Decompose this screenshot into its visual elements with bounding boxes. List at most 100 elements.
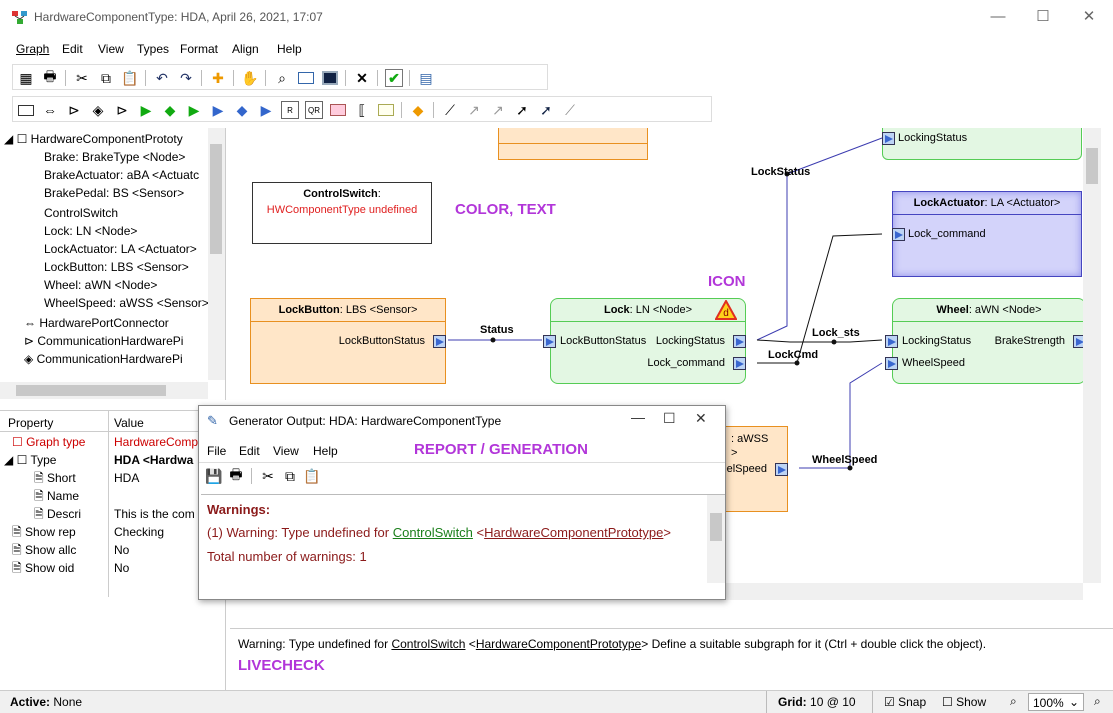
arrow-outline-icon[interactable]: ↗ — [465, 101, 483, 119]
tree-item[interactable]: ◈ CommunicationHardwarePi — [24, 350, 183, 368]
show-checkbox[interactable]: ☐ Show — [942, 695, 986, 709]
node-lock[interactable]: Lock: LN <Node> d LockButtonStatus Locki… — [543, 298, 746, 384]
fit-window-icon[interactable] — [321, 69, 339, 87]
node-top-green[interactable]: LockingStatus — [882, 128, 1082, 160]
redo-icon[interactable]: ↷ — [177, 69, 195, 87]
port-icon[interactable] — [433, 335, 446, 348]
gen-menu-edit[interactable]: Edit — [239, 444, 260, 458]
diamond-icon[interactable]: ◆ — [409, 101, 427, 119]
gen-output-area[interactable]: Warnings: (1) Warning: Type undefined fo… — [201, 494, 725, 599]
blue-port-inout-icon[interactable]: ◆ — [233, 101, 251, 119]
tree-item[interactable]: LockActuator: LA <Actuator> — [44, 240, 197, 258]
arrow-filled-icon[interactable]: ➚ — [513, 101, 531, 119]
port-icon[interactable] — [892, 228, 905, 241]
cut-icon[interactable]: ✂ — [73, 69, 91, 87]
menu-types[interactable]: Types — [137, 42, 169, 56]
canvas-vscrollbar[interactable] — [1083, 128, 1101, 583]
paste-icon[interactable]: 📋 — [121, 69, 139, 87]
tree-item[interactable]: ⇔ HardwarePortConnector — [24, 314, 169, 332]
green-port-in-icon[interactable]: ▶ — [185, 101, 203, 119]
node-top-orange[interactable] — [498, 128, 648, 160]
undo-icon[interactable]: ↶ — [153, 69, 171, 87]
gen-vscrollbar[interactable] — [707, 495, 725, 583]
prototype-link[interactable]: HardwareComponentPrototype — [476, 637, 641, 651]
tree-item[interactable]: Lock: LN <Node> — [44, 222, 137, 240]
port-inout-icon[interactable]: ◈ — [89, 101, 107, 119]
maximize-button[interactable]: ☐ — [1020, 5, 1066, 29]
tree-item[interactable]: BrakeActuator: aBA <Actuatc — [44, 166, 199, 184]
gen-menu-help[interactable]: Help — [313, 444, 338, 458]
word-export-icon[interactable]: ▤ — [417, 69, 435, 87]
controlswitch-link[interactable]: ControlSwitch — [391, 637, 465, 651]
minimize-button[interactable]: — — [975, 5, 1021, 29]
green-port-inout-icon[interactable]: ◆ — [161, 101, 179, 119]
port-icon[interactable] — [882, 132, 895, 145]
zoom-fit-icon[interactable]: ⌕ — [1094, 694, 1101, 709]
gen-menu-view[interactable]: View — [273, 444, 299, 458]
prototype-link[interactable]: HardwareComponentPrototype — [484, 525, 663, 540]
prop-value[interactable]: Checking — [114, 523, 164, 541]
prop-value[interactable]: HDA — [114, 469, 139, 487]
prop-value[interactable]: HardwareComp — [114, 433, 198, 451]
menu-format[interactable]: Format — [180, 42, 218, 56]
port-in-icon[interactable]: ⊳ — [113, 101, 131, 119]
blue-port-in-icon[interactable]: ▶ — [257, 101, 275, 119]
print-icon[interactable]: 🖶 — [41, 68, 59, 87]
pink-box-icon[interactable] — [329, 101, 347, 119]
line-icon[interactable]: ⟋ — [561, 101, 579, 119]
prop-value[interactable]: No — [114, 559, 129, 577]
node-lockactuator[interactable]: LockActuator: LA <Actuator> Lock_command — [892, 191, 1082, 277]
arrow-outline2-icon[interactable]: ↗ — [489, 101, 507, 119]
tree-item[interactable]: ⊳ CommunicationHardwarePi — [24, 332, 183, 350]
hand-icon[interactable]: ✋ — [241, 69, 259, 87]
crosshair-icon[interactable]: ✚ — [209, 69, 227, 87]
qr-box-icon[interactable]: QR — [305, 101, 323, 119]
tree-item[interactable]: WheelSpeed: aWSS <Sensor> — [44, 294, 209, 312]
object-rectangle-icon[interactable] — [17, 101, 35, 119]
node-lockbutton[interactable]: LockButton: LBS <Sensor> LockButtonStatu… — [250, 298, 446, 384]
port-icon[interactable] — [733, 357, 746, 370]
connector-icon[interactable]: ⇔ — [41, 101, 59, 119]
cut-icon[interactable]: ✂ — [259, 467, 277, 485]
node-wheel[interactable]: Wheel: aWN <Node> LockingStatus WheelSpe… — [885, 298, 1086, 384]
rectangle-select-icon[interactable] — [297, 69, 315, 87]
tree-item[interactable]: Brake: BrakeType <Node> — [44, 148, 185, 166]
tree-scrollbar[interactable] — [208, 128, 225, 380]
copy-icon[interactable]: ⧉ — [97, 69, 115, 87]
zoom-select[interactable]: 100% ⌄ — [1028, 693, 1084, 711]
paste-icon[interactable]: 📋 — [303, 467, 321, 485]
menu-align[interactable]: Align — [232, 42, 259, 56]
menu-view[interactable]: View — [98, 42, 124, 56]
arrow-bold-icon[interactable]: ➚ — [537, 101, 555, 119]
menu-edit[interactable]: Edit — [62, 42, 83, 56]
gen-minimize-button[interactable]: — — [631, 409, 645, 425]
report-icon[interactable]: ▦ — [17, 69, 35, 87]
tree-item[interactable]: Wheel: aWN <Node> — [44, 276, 157, 294]
port-out-icon[interactable]: ⊳ — [65, 101, 83, 119]
check-icon[interactable]: ✔ — [385, 69, 403, 87]
port-icon[interactable] — [885, 357, 898, 370]
menu-graph[interactable]: Graph — [16, 42, 49, 56]
delete-icon[interactable]: ✕ — [353, 69, 371, 87]
gen-maximize-button[interactable]: ☐ — [663, 410, 676, 427]
prop-value[interactable]: No — [114, 541, 129, 559]
close-button[interactable]: ✕ — [1066, 5, 1112, 29]
gen-close-button[interactable]: ✕ — [695, 410, 707, 427]
copy-icon[interactable]: ⧉ — [281, 467, 299, 485]
port-icon[interactable] — [733, 335, 746, 348]
yellow-box-icon[interactable] — [377, 101, 395, 119]
print-icon[interactable]: 🖶 — [227, 466, 245, 485]
prop-value[interactable]: HDA <Hardwa — [114, 451, 193, 469]
tree-item[interactable]: ControlSwitch — [44, 204, 118, 222]
tree-hscrollbar[interactable] — [0, 382, 208, 399]
tree-item[interactable]: BrakePedal: BS <Sensor> — [44, 184, 184, 202]
r-box-icon[interactable]: R — [281, 101, 299, 119]
port-icon[interactable] — [543, 335, 556, 348]
tree-root[interactable]: ◢ ☐ HardwareComponentPrototy — [4, 130, 183, 148]
gen-menu-file[interactable]: File — [207, 444, 226, 458]
green-port-out-icon[interactable]: ▶ — [137, 101, 155, 119]
bracket-icon[interactable]: ⟦ — [353, 101, 371, 119]
blue-port-out-icon[interactable]: ▶ — [209, 101, 227, 119]
warning-icon[interactable]: d — [715, 300, 737, 320]
controlswitch-link[interactable]: ControlSwitch — [393, 525, 473, 540]
